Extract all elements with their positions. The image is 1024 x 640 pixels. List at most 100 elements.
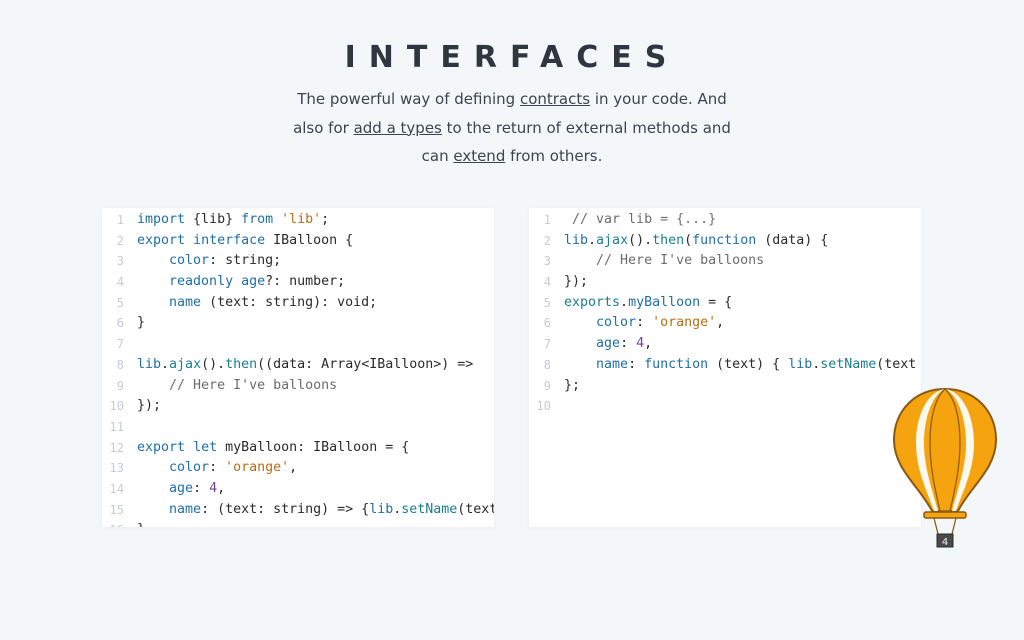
code-text: color: 'orange', <box>137 458 297 479</box>
page-title: INTERFACES <box>344 40 680 75</box>
code-line: 6 color: 'orange', <box>529 313 916 334</box>
line-number: 13 <box>109 461 124 476</box>
code-line: 2 lib.ajax().then(function (data) { <box>529 231 916 252</box>
javascript-code-block: 1 // var lib = {...} 2 lib.ajax().then(fun… <box>529 210 917 417</box>
line-number: 16 <box>102 520 137 527</box>
line-number: 9 <box>116 378 124 393</box>
add-a-types-link[interactable]: add a types <box>354 119 442 137</box>
code-text: }; <box>564 376 580 397</box>
line-number: 2 <box>543 233 551 248</box>
code-line: 14 age: 4, <box>102 479 494 500</box>
code-token: color <box>169 460 210 476</box>
typescript-code-block: 1 import {lib} from 'lib'; 2 export interfa… <box>102 210 494 527</box>
code-token: setName <box>820 356 877 372</box>
line-number: 4 <box>116 275 124 290</box>
code-token: } <box>137 315 146 331</box>
code-token: (text <box>457 501 494 517</box>
code-token: }); <box>564 274 589 290</box>
extend-link[interactable]: extend <box>453 147 505 165</box>
code-token: (). <box>628 232 653 248</box>
code-token: (data) { <box>756 232 829 248</box>
code-line: 6} <box>102 313 494 334</box>
code-token: } <box>137 522 145 527</box>
line-number: 12 <box>109 440 124 455</box>
code-token: {lib} <box>185 212 242 227</box>
line-number: 10 <box>109 399 124 414</box>
code-text: } <box>137 313 145 334</box>
code-token: . <box>161 356 170 372</box>
interfaces-slide: INTERFACES The powerful way of defining … <box>0 0 1024 640</box>
code-token: : <box>209 460 226 476</box>
line-number: 6 <box>543 316 551 331</box>
typescript-code-panel[interactable]: 1 import {lib} from 'lib'; 2 export interfa… <box>102 208 494 527</box>
code-token: lib <box>369 501 394 517</box>
line-number: 14 <box>109 481 124 496</box>
code-token: 'lib' <box>281 212 322 227</box>
code-token: = { <box>700 294 733 310</box>
code-line: 15 name: (text: string) => {lib.setName(… <box>102 500 494 521</box>
code-text: // var lib = {...} <box>564 210 716 231</box>
code-line: 5 exports.myBalloon = { <box>529 293 916 314</box>
code-token: , <box>217 480 226 496</box>
code-token: name <box>596 356 629 372</box>
hot-air-balloon-icon: 4 <box>892 387 998 548</box>
code-line: 7 <box>102 334 494 355</box>
javascript-code-panel[interactable]: 1 // var lib = {...} 2 lib.ajax().then(fun… <box>529 208 921 527</box>
code-text: lib.ajax().then(function (data) { <box>564 231 828 252</box>
code-token: myBalloon <box>628 294 701 310</box>
line-number: 7 <box>543 337 551 352</box>
code-token: age <box>596 336 621 352</box>
code-token: (text) { <box>708 356 789 372</box>
code-token: IBalloon { <box>265 232 354 248</box>
code-token: ; <box>321 212 330 227</box>
code-text: age: 4, <box>564 334 652 355</box>
code-token: exports <box>564 294 621 310</box>
code-token: 'orange' <box>225 460 290 476</box>
code-text: } <box>137 520 145 527</box>
code-text: // Here I've balloons <box>137 376 337 397</box>
code-text: readonly age?: number; <box>137 272 345 293</box>
line-number: 11 <box>109 419 124 434</box>
code-token: : string; <box>209 253 282 269</box>
code-text: name: function (text) { lib.setName(text <box>564 355 916 376</box>
code-token: // Here I've balloons <box>596 253 765 269</box>
code-token: }; <box>564 377 581 393</box>
line-number: 3 <box>543 254 551 269</box>
code-text: export let myBalloon: IBalloon = { <box>137 438 409 459</box>
code-line: 3 color: string; <box>102 251 494 272</box>
contracts-link[interactable]: contracts <box>520 90 590 108</box>
code-token: import <box>137 212 186 227</box>
code-token: color <box>169 253 210 269</box>
code-line: 10}); <box>102 396 494 417</box>
code-token: : <box>628 356 645 372</box>
code-line: 13 color: 'orange', <box>102 458 494 479</box>
code-token: export <box>137 232 186 248</box>
code-token: (text <box>876 356 917 372</box>
code-token: function <box>644 356 709 372</box>
code-line: 2 export interface IBalloon { <box>102 231 494 252</box>
line-number: 1 <box>543 213 551 227</box>
code-line: 1 import {lib} from 'lib'; <box>102 210 494 231</box>
code-text: }); <box>564 272 588 293</box>
line-number: 15 <box>109 502 124 517</box>
code-token: color <box>596 315 637 331</box>
code-token: export <box>137 439 186 455</box>
code-line: 12 export let myBalloon: IBalloon = { <box>102 438 494 459</box>
code-token: 4 <box>209 480 218 496</box>
code-text: lib.ajax().then((data: Array<IBalloon>) … <box>137 355 473 376</box>
line-number: 5 <box>116 295 124 310</box>
code-token: : <box>636 315 653 331</box>
code-line: 1 // var lib = {...} <box>529 210 916 231</box>
line-number: 5 <box>543 295 551 310</box>
code-text: export interface IBalloon { <box>137 231 353 252</box>
